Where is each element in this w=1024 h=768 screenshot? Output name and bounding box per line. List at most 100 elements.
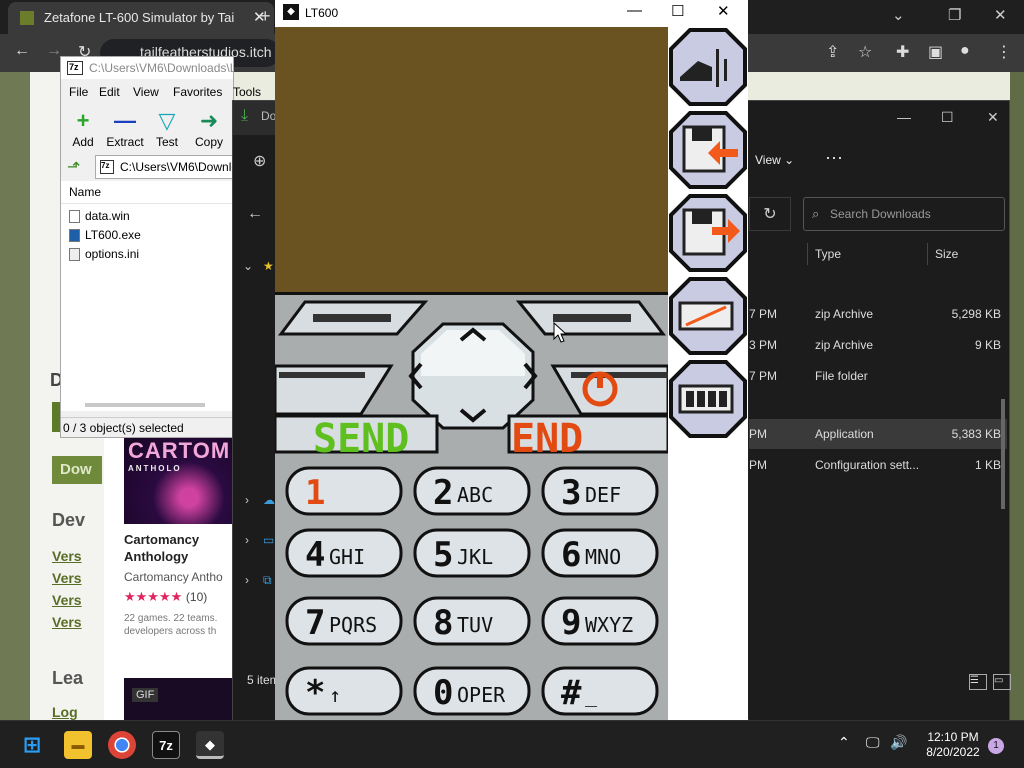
list-item[interactable]: LT600.exe xyxy=(69,228,141,242)
chevron-down-icon[interactable]: ⌄ xyxy=(892,6,905,24)
folder-up-icon[interactable]: ⬏ xyxy=(67,157,80,177)
search-input[interactable]: ⌕ Search Downloads xyxy=(803,197,1005,231)
chevron-right-icon[interactable]: › xyxy=(245,533,249,547)
chevron-up-icon[interactable]: ⌃ xyxy=(838,734,850,751)
download-button-2[interactable]: Dow xyxy=(52,456,102,484)
view-menu-button[interactable]: View ⌄ xyxy=(755,153,794,167)
maximize-icon[interactable]: ☐ xyxy=(671,2,684,20)
menu-favorites[interactable]: Favorites xyxy=(173,85,222,99)
chrome-icon[interactable] xyxy=(108,731,136,759)
column-header-type[interactable]: Type xyxy=(815,247,841,261)
explorer-tab[interactable]: ⤓ Do xyxy=(233,101,277,135)
quick-access-star-icon[interactable]: ★ xyxy=(263,259,274,273)
start-windows-icon[interactable]: ⊞ xyxy=(18,731,46,759)
extract-button[interactable]: — Extract xyxy=(103,107,147,155)
version-link-1[interactable]: Vers xyxy=(52,548,82,564)
key-3[interactable]: 3 DEF xyxy=(541,466,659,516)
notification-badge[interactable]: 1 xyxy=(988,738,1004,754)
minimize-icon[interactable]: — xyxy=(627,2,642,19)
extensions-icon[interactable]: ✚ xyxy=(896,42,909,62)
tiles-view-icon[interactable]: ▭ xyxy=(993,674,1011,690)
new-item-icon[interactable]: ⊕ xyxy=(253,151,266,171)
chevron-down-icon[interactable]: ⌄ xyxy=(243,259,253,273)
7zip-titlebar[interactable]: 7z C:\Users\VM6\Downloads\LT600.zip\ xyxy=(61,57,233,79)
list-item[interactable]: data.win xyxy=(69,209,130,223)
bookmark-star-icon[interactable]: ☆ xyxy=(858,42,872,62)
back-icon[interactable]: ← xyxy=(247,205,263,223)
volume-icon[interactable]: 🔊 xyxy=(890,734,907,751)
dpad[interactable] xyxy=(408,322,538,430)
this-pc-icon[interactable]: ▭ xyxy=(263,533,274,547)
7zip-taskbar-icon[interactable]: 7z xyxy=(152,731,180,759)
right-softkey[interactable] xyxy=(515,300,666,336)
version-link-2[interactable]: Vers xyxy=(52,570,82,586)
onedrive-icon[interactable]: ☁ xyxy=(263,493,275,507)
key-5[interactable]: 5 JKL xyxy=(413,528,531,578)
more-options-button[interactable]: ··· xyxy=(825,147,843,168)
network-icon[interactable]: ⧉ xyxy=(263,573,272,588)
clock[interactable]: 12:10 PM 8/20/2022 xyxy=(920,730,986,760)
key-#[interactable]: # _ xyxy=(541,666,659,716)
restore-icon[interactable]: ❐ xyxy=(948,6,961,24)
network-icon[interactable]: 🖵 xyxy=(866,734,880,751)
test-button[interactable]: ▽ Test xyxy=(145,107,189,155)
file-explorer-icon[interactable]: ▬ xyxy=(64,731,92,759)
save-state-button[interactable] xyxy=(669,111,747,189)
key-6[interactable]: 6 MNO xyxy=(541,528,659,578)
key-2[interactable]: 2 ABC xyxy=(413,466,531,516)
key-4[interactable]: 4 GHI xyxy=(285,528,403,578)
refresh-button[interactable]: ↻ xyxy=(749,197,791,231)
browser-tab[interactable]: Zetafone LT-600 Simulator by Tai ✕ xyxy=(8,2,274,34)
horizontal-scrollbar[interactable] xyxy=(85,403,205,407)
menu-tools[interactable]: Tools xyxy=(233,85,261,99)
profile-icon[interactable]: ● xyxy=(960,42,970,60)
battery-empty-button[interactable] xyxy=(669,277,747,355)
lt600-titlebar[interactable]: ◆ LT600 — ☐ ✕ xyxy=(275,0,748,27)
back-icon[interactable]: ← xyxy=(14,42,30,60)
column-header-name[interactable]: Name xyxy=(69,185,101,199)
login-link[interactable]: Log xyxy=(52,704,78,720)
menu-edit[interactable]: Edit xyxy=(99,85,120,99)
close-icon[interactable]: ✕ xyxy=(717,2,730,20)
game-title[interactable]: Cartomancy Anthology xyxy=(124,531,232,565)
vertical-scrollbar[interactable] xyxy=(1001,399,1005,509)
maximize-icon[interactable]: ☐ xyxy=(941,109,954,126)
table-row[interactable]: PM Configuration sett... 1 KB xyxy=(749,450,1007,480)
key-1[interactable]: 1 xyxy=(285,466,403,516)
table-row[interactable]: 7 PM zip Archive 5,298 KB xyxy=(749,299,1007,329)
version-link-3[interactable]: Vers xyxy=(52,592,82,608)
new-tab-icon[interactable]: + xyxy=(260,6,271,27)
column-header-size[interactable]: Size xyxy=(935,247,958,261)
add-button[interactable]: + Add xyxy=(61,107,105,155)
gif-thumbnail[interactable]: GIF xyxy=(124,678,232,720)
close-icon[interactable]: ✕ xyxy=(987,109,999,126)
phone-menu-button[interactable] xyxy=(669,28,747,106)
table-row-selected[interactable]: PM Application 5,383 KB xyxy=(749,419,1007,449)
chevron-right-icon[interactable]: › xyxy=(245,493,249,507)
game-cover-image[interactable]: CARTOM ANTHOLO xyxy=(124,436,232,524)
chevron-right-icon[interactable]: › xyxy=(245,573,249,587)
load-state-button[interactable] xyxy=(669,194,747,272)
battery-full-button[interactable] xyxy=(669,360,747,438)
path-field[interactable]: 7z C:\Users\VM6\Downlo xyxy=(95,155,235,179)
minimize-icon[interactable]: — xyxy=(897,109,911,125)
version-link-4[interactable]: Vers xyxy=(52,614,82,630)
key-*[interactable]: * ↑ xyxy=(285,666,403,716)
game-author[interactable]: Cartomancy Antho xyxy=(124,570,223,584)
more-menu-icon[interactable]: ⋮ xyxy=(996,42,1012,62)
list-item[interactable]: options.ini xyxy=(69,247,139,261)
phone-screen[interactable] xyxy=(275,27,668,292)
copy-button[interactable]: ➜ Copy xyxy=(187,107,231,155)
key-7[interactable]: 7 PQRS xyxy=(285,596,403,646)
side-panel-icon[interactable]: ▣ xyxy=(928,42,943,62)
key-8[interactable]: 8 TUV xyxy=(413,596,531,646)
key-9[interactable]: 9 WXYZ xyxy=(541,596,659,646)
menu-file[interactable]: File xyxy=(69,85,88,99)
left-softkey[interactable] xyxy=(278,300,429,336)
menu-view[interactable]: View xyxy=(133,85,159,99)
share-icon[interactable]: ⇪ xyxy=(826,42,839,62)
details-view-icon[interactable]: ☰ xyxy=(969,674,987,690)
table-row[interactable]: 7 PM File folder xyxy=(749,361,1007,391)
table-row[interactable]: 3 PM zip Archive 9 KB xyxy=(749,330,1007,360)
key-0[interactable]: 0 OPER xyxy=(413,666,531,716)
